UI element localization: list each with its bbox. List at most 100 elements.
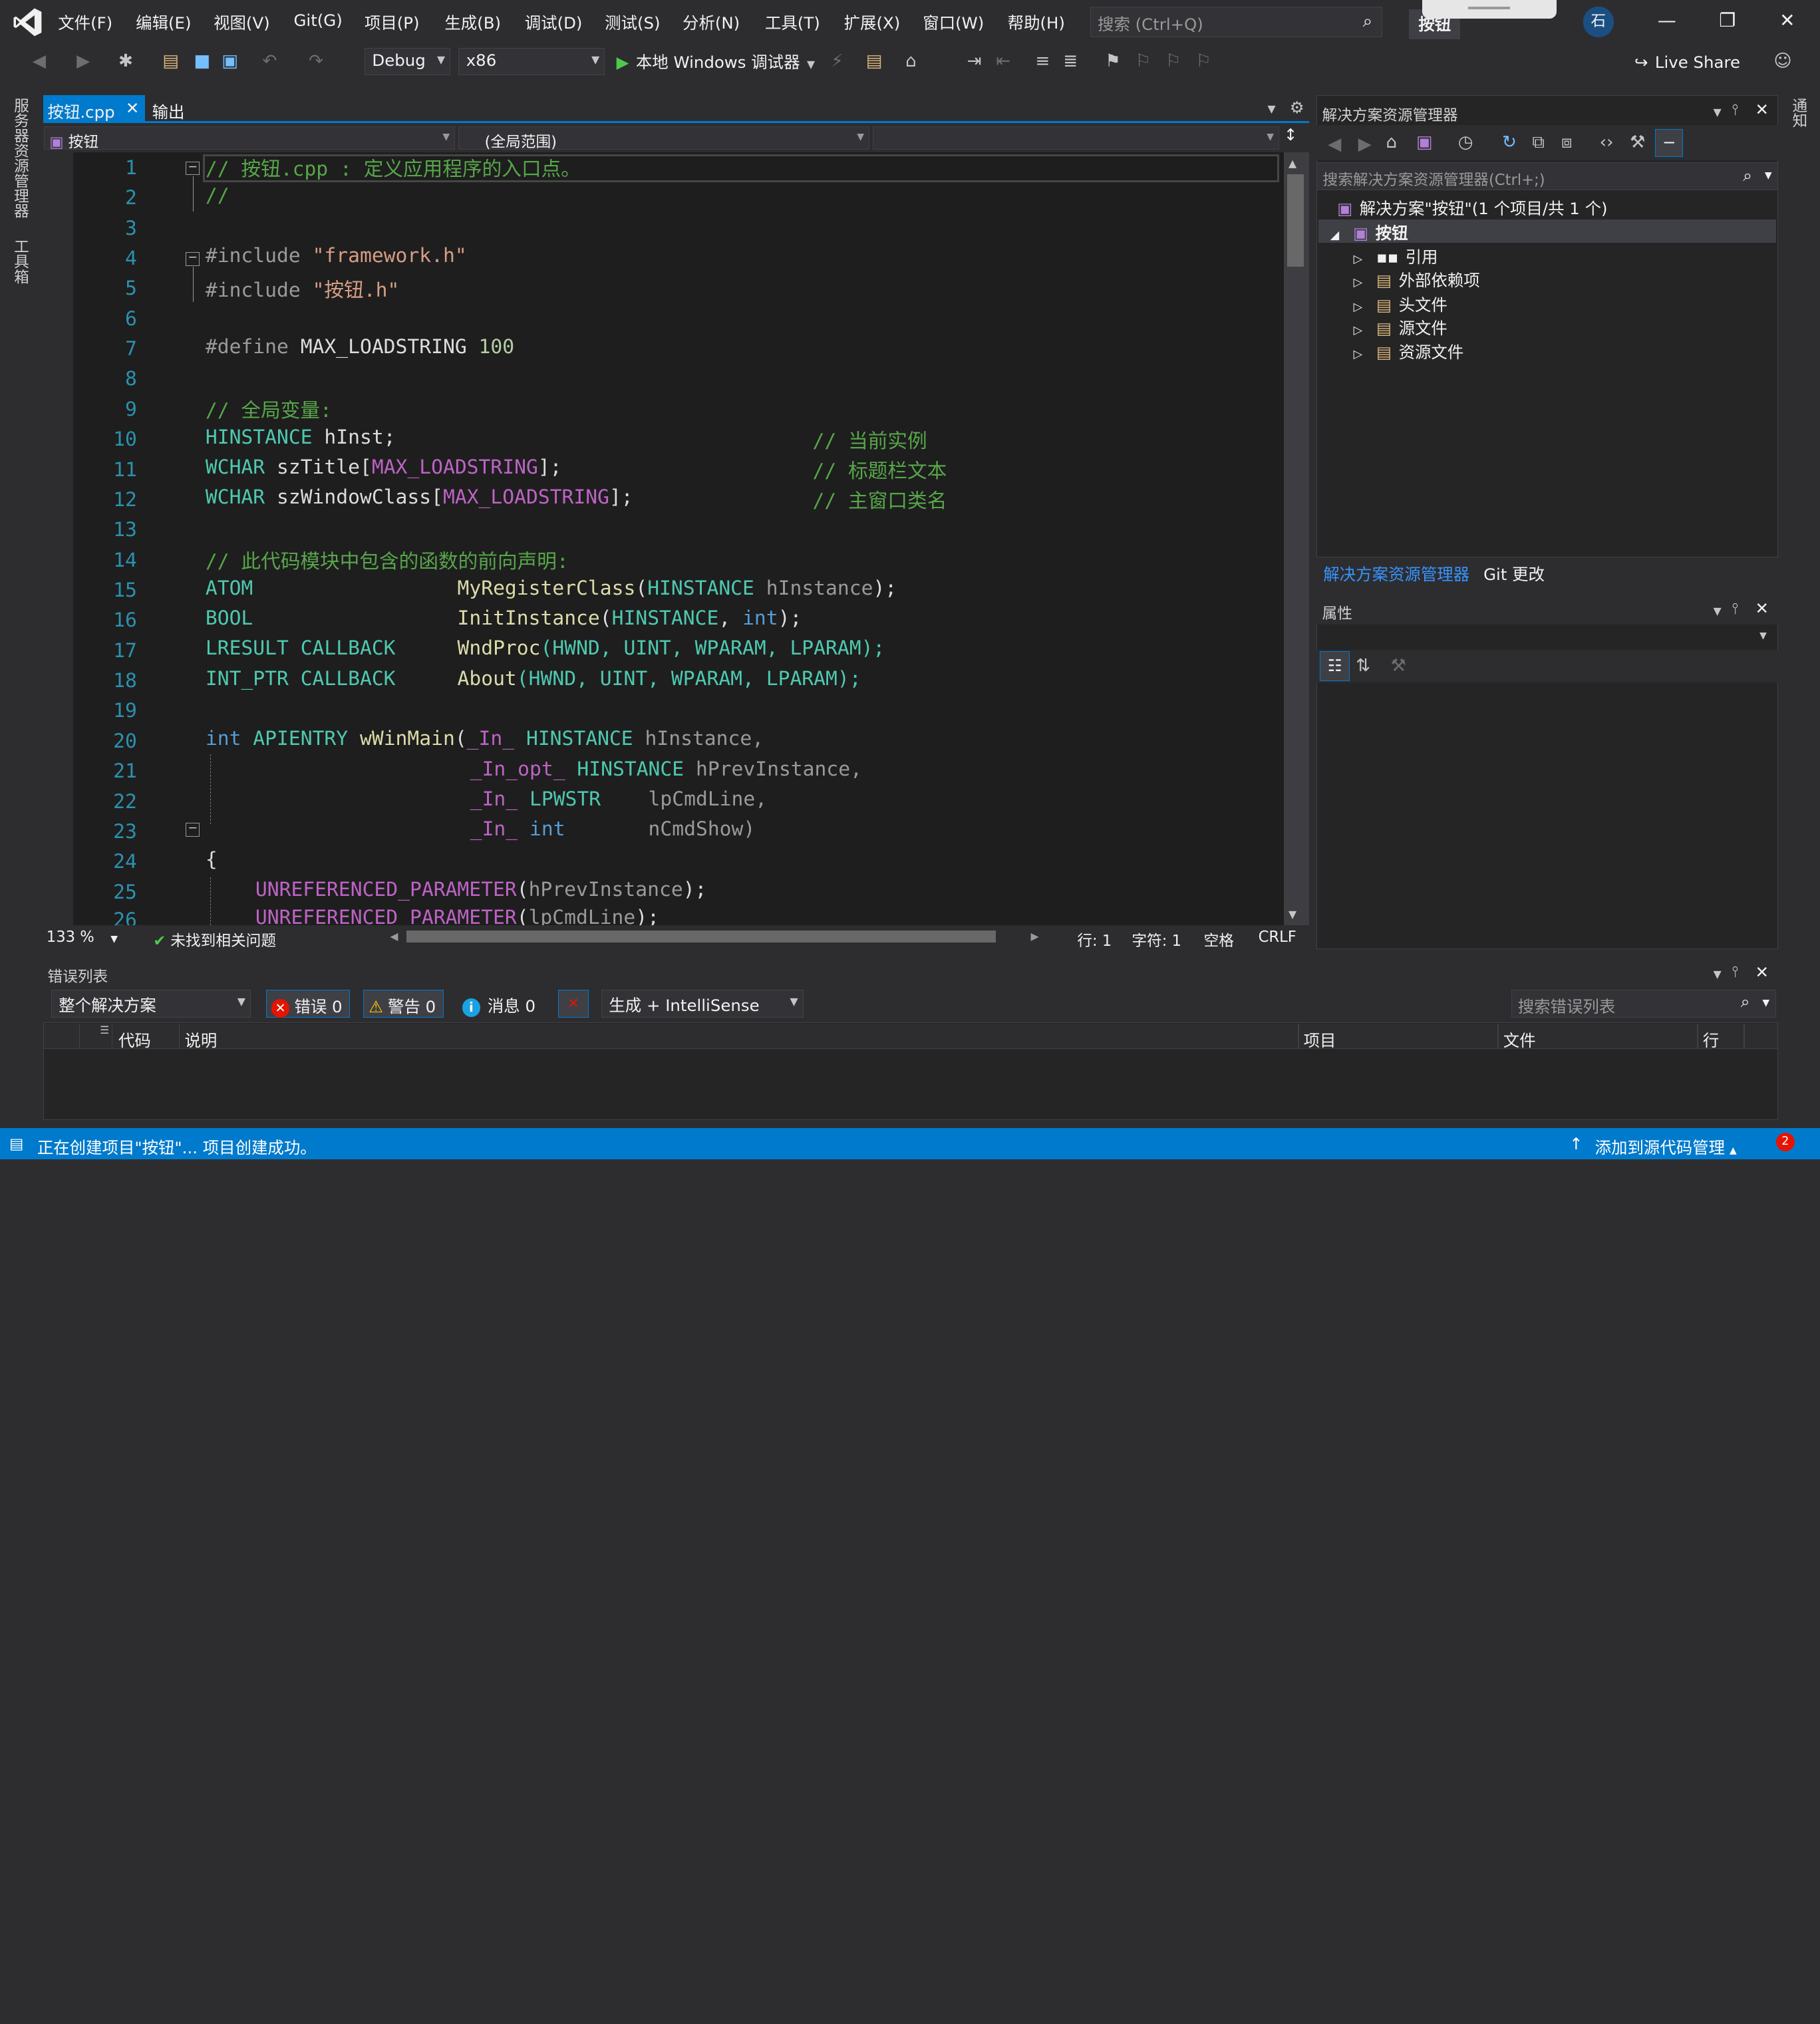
collapse-region-icon[interactable]: − bbox=[186, 251, 200, 266]
close-icon[interactable]: ✕ bbox=[1755, 962, 1768, 982]
alphabetical-icon[interactable]: ⇅ bbox=[1356, 656, 1370, 676]
column-filter-icon[interactable]: ☰ bbox=[100, 1024, 109, 1036]
column-line[interactable]: 行 bbox=[1703, 1028, 1719, 1052]
menu-debug[interactable]: 调试(D) bbox=[525, 11, 583, 34]
feedback-icon[interactable]: ☺ bbox=[1773, 51, 1791, 71]
menu-edit[interactable]: 编辑(E) bbox=[136, 11, 191, 34]
solution-search-input[interactable]: 搜索解决方案资源管理器(Ctrl+;) ⌕ ▼ bbox=[1316, 162, 1779, 191]
menu-tools[interactable]: 工具(T) bbox=[765, 11, 820, 34]
split-window-icon[interactable]: ↕ bbox=[1284, 125, 1297, 144]
redo-icon[interactable]: ↷ bbox=[309, 51, 323, 71]
sync-icon[interactable]: ↻ bbox=[1502, 132, 1517, 152]
toolbox-tab[interactable]: 工具箱 bbox=[9, 239, 31, 284]
home-icon[interactable]: ⌂ bbox=[1386, 132, 1398, 152]
navigate-back-icon[interactable]: ◀ bbox=[33, 51, 46, 71]
show-all-files-icon[interactable]: ⧈ bbox=[1561, 132, 1573, 153]
switch-views-icon[interactable]: ▣ bbox=[1416, 132, 1433, 152]
pin-icon[interactable]: ⫯ bbox=[1732, 101, 1739, 118]
find-in-files-icon[interactable]: ▤ bbox=[866, 51, 883, 71]
tree-item-header-files[interactable]: ▷ ▤ 头文件 bbox=[1354, 293, 1447, 316]
open-folder-icon[interactable]: ▤ bbox=[162, 51, 179, 71]
browser-link-icon[interactable]: ⌂ bbox=[905, 51, 917, 71]
chevron-down-icon[interactable]: ▼ bbox=[1714, 968, 1722, 980]
prev-bookmark-icon[interactable]: ⚐ bbox=[1136, 51, 1151, 71]
line-indicator[interactable]: 行: 1 bbox=[1077, 929, 1112, 950]
collapse-all-icon[interactable]: ⧉ bbox=[1532, 132, 1545, 153]
issues-indicator[interactable]: ✔ 未找到相关问题 bbox=[153, 929, 276, 950]
platform-dropdown[interactable]: x86 ▼ bbox=[458, 47, 605, 76]
column-indicator[interactable]: 字符: 1 bbox=[1132, 929, 1181, 950]
menu-view[interactable]: 视图(V) bbox=[214, 11, 270, 34]
chevron-down-icon[interactable]: ▼ bbox=[1714, 106, 1722, 118]
properties-object-selector[interactable]: ▼ bbox=[1318, 625, 1776, 649]
horizontal-scrollbar-thumb[interactable] bbox=[406, 931, 996, 942]
chevron-down-icon[interactable]: ▼ bbox=[1714, 605, 1722, 617]
warnings-filter-button[interactable]: ⚠ 警告 0 bbox=[363, 990, 444, 1018]
tree-item-resource-files[interactable]: ▷ ▤ 资源文件 bbox=[1354, 340, 1464, 363]
build-filter-dropdown[interactable]: 生成 + IntelliSense ▼ bbox=[601, 990, 804, 1018]
uncomment-icon[interactable]: ≣ bbox=[1063, 51, 1078, 71]
column-project[interactable]: 项目 bbox=[1304, 1028, 1336, 1052]
menu-project[interactable]: 项目(P) bbox=[365, 11, 420, 34]
messages-filter-button[interactable]: i 消息 0 bbox=[462, 994, 535, 1017]
save-icon[interactable]: ■ bbox=[194, 51, 210, 71]
tree-item-solution[interactable]: ▣ 解决方案"按钮"(1 个项目/共 1 个) bbox=[1337, 196, 1607, 219]
tab-solution-explorer[interactable]: 解决方案资源管理器 bbox=[1323, 562, 1469, 585]
close-icon[interactable]: ✕ bbox=[126, 98, 139, 118]
add-to-source-control-button[interactable]: 添加到源代码管理 ▲ bbox=[1595, 1135, 1737, 1159]
floating-toolbar-handle[interactable] bbox=[1422, 0, 1557, 19]
tree-item-source-files[interactable]: ▷ ▤ 源文件 bbox=[1354, 316, 1447, 339]
menu-analyze[interactable]: 分析(N) bbox=[682, 11, 740, 34]
hot-reload-icon[interactable]: ⚡ bbox=[831, 51, 843, 71]
vertical-scrollbar-thumb[interactable] bbox=[1287, 174, 1304, 267]
pin-icon[interactable]: ⫯ bbox=[1732, 963, 1739, 980]
restore-icon[interactable]: ❐ bbox=[1719, 9, 1736, 31]
pin-icon[interactable]: ⫯ bbox=[1732, 600, 1739, 617]
menu-file[interactable]: 文件(F) bbox=[58, 11, 112, 34]
start-debugging-button[interactable]: ▶ 本地 Windows 调试器 ▼ bbox=[617, 50, 815, 73]
collapse-region-icon[interactable]: − bbox=[186, 161, 200, 176]
output-window-icon[interactable]: ▤ bbox=[9, 1135, 23, 1153]
tree-item-project[interactable]: ◢ ▣ 按钮 bbox=[1330, 221, 1408, 244]
column-description[interactable]: 说明 bbox=[184, 1028, 217, 1052]
scope-nav-dropdown[interactable]: (全局范围) ▼ bbox=[458, 126, 869, 151]
back-icon[interactable]: ◀ bbox=[1328, 134, 1341, 154]
undo-icon[interactable]: ↶ bbox=[262, 51, 277, 71]
error-search-input[interactable]: 搜索错误列表 ⌕ ▼ bbox=[1511, 990, 1776, 1018]
close-icon[interactable]: ✕ bbox=[1755, 100, 1768, 119]
new-item-icon[interactable]: ✱ bbox=[118, 51, 133, 71]
menu-extensions[interactable]: 扩展(X) bbox=[844, 11, 901, 34]
tab-button-cpp[interactable]: 按钮.cpp ✕ bbox=[43, 95, 146, 123]
project-nav-dropdown[interactable]: ▣ 按钮 ▼ bbox=[44, 126, 456, 151]
tree-item-external-deps[interactable]: ▷ ▤ 外部依赖项 bbox=[1354, 268, 1480, 291]
avatar[interactable]: 石 bbox=[1583, 7, 1614, 37]
column-code[interactable]: 代码 bbox=[118, 1028, 151, 1052]
tree-item-references[interactable]: ▷ ▪▪ 引用 bbox=[1354, 245, 1438, 268]
comment-out-icon[interactable]: ≡ bbox=[1036, 51, 1050, 71]
filter-icon[interactable]: ⨯ bbox=[558, 990, 589, 1018]
breakpoint-margin[interactable] bbox=[43, 152, 73, 925]
errors-filter-button[interactable]: ✕ 错误 0 bbox=[265, 990, 351, 1018]
wrench-icon[interactable]: ⚒ bbox=[1630, 132, 1645, 152]
configuration-dropdown[interactable]: Debug ▼ bbox=[364, 47, 451, 76]
next-bookmark-icon[interactable]: ⚐ bbox=[1165, 51, 1181, 71]
step-over-icon[interactable]: ⇤ bbox=[996, 51, 1010, 71]
navigate-forward-icon[interactable]: ▶ bbox=[76, 51, 90, 71]
collapse-region-icon[interactable]: − bbox=[186, 822, 200, 837]
error-scope-dropdown[interactable]: 整个解决方案 ▼ bbox=[51, 990, 251, 1018]
menu-help[interactable]: 帮助(H) bbox=[1008, 11, 1065, 34]
pending-changes-icon[interactable]: ◷ bbox=[1458, 132, 1473, 152]
notifications-tab[interactable]: 通知 bbox=[1787, 98, 1809, 128]
scroll-right-icon[interactable]: ▶ bbox=[1031, 930, 1039, 942]
member-nav-dropdown[interactable]: ▼ bbox=[873, 126, 1279, 150]
close-icon[interactable]: ✕ bbox=[1779, 9, 1795, 31]
minimize-icon[interactable]: — bbox=[1658, 9, 1676, 31]
scroll-left-icon[interactable]: ◀ bbox=[390, 930, 398, 942]
gear-icon[interactable]: ⚙ bbox=[1290, 98, 1304, 117]
code-view-icon[interactable]: ‹› bbox=[1600, 132, 1614, 152]
scroll-down-icon[interactable]: ▼ bbox=[1289, 908, 1296, 921]
server-explorer-tab[interactable]: 服务器资源管理器 bbox=[9, 98, 31, 218]
categorized-icon[interactable]: ☷ bbox=[1320, 651, 1350, 682]
forward-icon[interactable]: ▶ bbox=[1358, 134, 1372, 154]
search-input[interactable]: 搜索 (Ctrl+Q) ⌕ bbox=[1090, 7, 1383, 37]
